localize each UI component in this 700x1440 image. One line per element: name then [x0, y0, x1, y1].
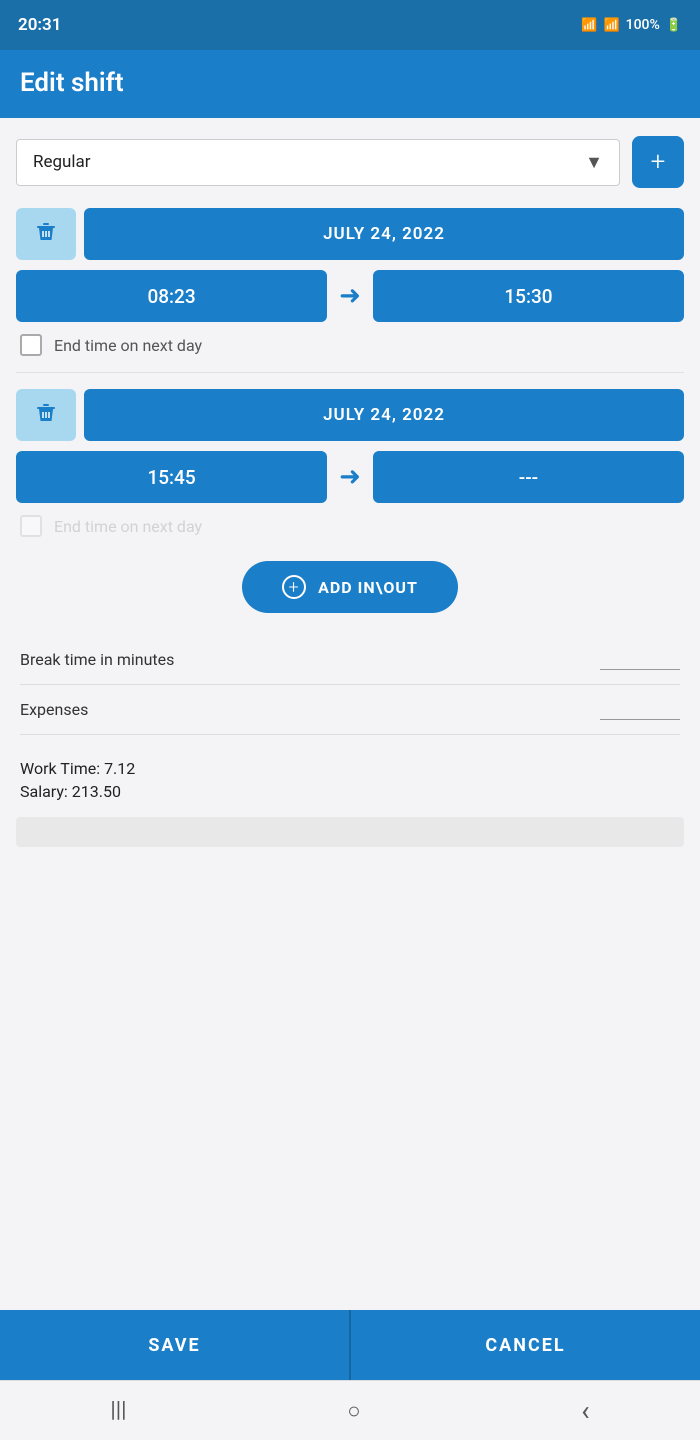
end-next-day-checkbox-2: [20, 515, 42, 537]
add-inout-label: ADD IN\OUT: [318, 578, 418, 597]
start-time-1-value: 08:23: [147, 285, 195, 308]
end-next-day-label-2: End time on next day: [54, 517, 202, 536]
battery-icon: 🔋: [666, 18, 682, 33]
status-time: 20:31: [18, 15, 61, 35]
break-time-input[interactable]: [600, 649, 680, 670]
end-next-day-row-1: End time on next day: [16, 334, 684, 356]
arrow-icon-2: ➜: [335, 462, 365, 492]
page-title: Edit shift: [20, 68, 124, 98]
cancel-button[interactable]: CANCEL: [349, 1310, 700, 1380]
nav-bar: ||| ○ ‹: [0, 1380, 700, 1440]
salary-label: Salary: 213.50: [20, 782, 680, 801]
notes-area: [16, 817, 684, 847]
time-row-2: 15:45 ➜ ---: [16, 451, 684, 503]
end-time-2-button[interactable]: ---: [373, 451, 684, 503]
start-time-1-button[interactable]: 08:23: [16, 270, 327, 322]
expenses-input[interactable]: [600, 699, 680, 720]
date-2-value: JULY 24, 2022: [323, 405, 445, 425]
date-1-value: JULY 24, 2022: [323, 224, 445, 244]
bottom-buttons: SAVE CANCEL: [0, 1310, 700, 1380]
end-time-1-value: 15:30: [504, 285, 552, 308]
expenses-label: Expenses: [20, 700, 88, 719]
end-time-1-button[interactable]: 15:30: [373, 270, 684, 322]
start-time-2-button[interactable]: 15:45: [16, 451, 327, 503]
header: Edit shift: [0, 50, 700, 118]
trash-icon-2: [34, 401, 58, 430]
save-button[interactable]: SAVE: [0, 1310, 349, 1380]
date-row-1: JULY 24, 2022: [16, 208, 684, 260]
date-2-button[interactable]: JULY 24, 2022: [84, 389, 684, 441]
status-bar: 20:31 📶 📶 100% 🔋: [0, 0, 700, 50]
chevron-down-icon: ▼: [585, 152, 603, 173]
section-divider: [16, 372, 684, 373]
nav-menu-icon[interactable]: |||: [110, 1398, 126, 1423]
shift-type-label: Regular: [33, 152, 91, 172]
work-info: Work Time: 7.12 Salary: 213.50: [16, 751, 684, 817]
end-next-day-label-1: End time on next day: [54, 336, 202, 355]
shift-block-2: JULY 24, 2022 15:45 ➜ --- End time on ne…: [16, 389, 684, 553]
expenses-row: Expenses: [20, 685, 680, 735]
end-next-day-checkbox-1[interactable]: [20, 334, 42, 356]
status-icons: 📶 📶 100% 🔋: [581, 17, 682, 33]
add-inout-button[interactable]: + ADD IN\OUT: [242, 561, 458, 613]
info-fields: Break time in minutes Expenses: [16, 635, 684, 735]
break-time-label: Break time in minutes: [20, 650, 174, 669]
shift-block-1: JULY 24, 2022 08:23 ➜ 15:30 End time on …: [16, 208, 684, 372]
trash-icon: [34, 220, 58, 249]
work-time-label: Work Time: 7.12: [20, 759, 680, 778]
signal-icon: 📶: [603, 18, 619, 33]
wifi-icon: 📶: [581, 18, 597, 33]
main-content: Regular ▼ +: [0, 118, 700, 1310]
nav-back-icon[interactable]: ‹: [581, 1394, 589, 1427]
add-inout-container: + ADD IN\OUT: [16, 561, 684, 613]
date-row-2: JULY 24, 2022: [16, 389, 684, 441]
date-1-button[interactable]: JULY 24, 2022: [84, 208, 684, 260]
arrow-icon-1: ➜: [335, 281, 365, 311]
start-time-2-value: 15:45: [147, 466, 195, 489]
delete-shift-2-button[interactable]: [16, 389, 76, 441]
time-row-1: 08:23 ➜ 15:30: [16, 270, 684, 322]
end-time-2-value: ---: [519, 466, 538, 489]
plus-circle-icon: +: [282, 575, 306, 599]
shift-type-dropdown[interactable]: Regular ▼: [16, 139, 620, 186]
add-shift-type-button[interactable]: +: [632, 136, 684, 188]
delete-shift-1-button[interactable]: [16, 208, 76, 260]
end-next-day-row-2: End time on next day: [16, 515, 684, 537]
break-time-row: Break time in minutes: [20, 635, 680, 685]
shift-type-row: Regular ▼ +: [16, 136, 684, 188]
battery-level: 100%: [626, 17, 660, 33]
nav-home-icon[interactable]: ○: [347, 1398, 360, 1424]
